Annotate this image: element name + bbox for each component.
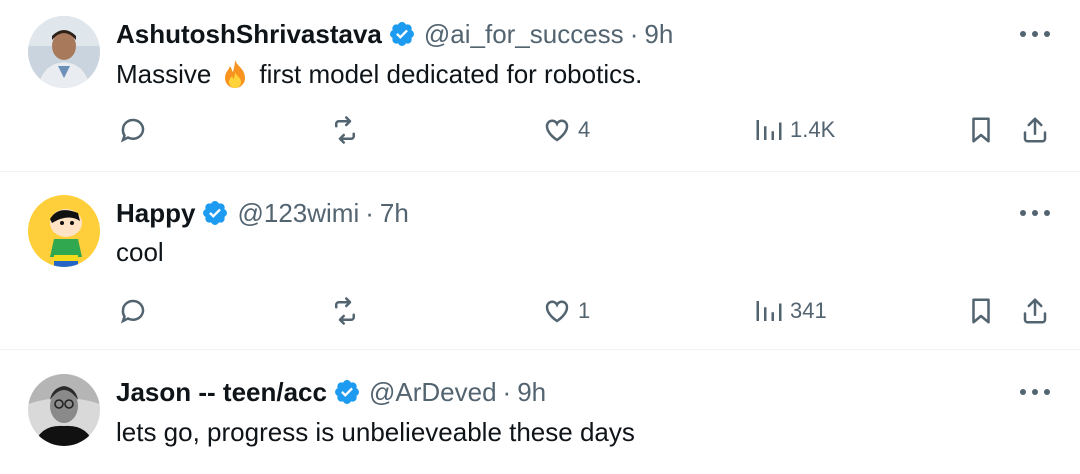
view-count: 1.4K [790,117,836,142]
tweet-header: Happy @123wimi · 7h [116,195,409,231]
like-count: 4 [578,117,591,142]
heart-icon [545,300,569,323]
retweet-icon [335,116,355,144]
verified-badge-icon [333,378,361,406]
bookmark-button[interactable] [966,293,996,329]
like-button[interactable]: 4 [542,112,590,148]
separator-dot: · [629,18,639,49]
retweet-button[interactable] [330,112,360,148]
reply-icon [120,118,145,143]
views-icon [756,120,782,140]
bookmark-button[interactable] [966,112,996,148]
tweet-header: Jason -- teen/acc @ArDeved · 9h [116,374,546,410]
reply-icon [120,299,145,324]
views-icon [756,301,782,321]
more-icon[interactable] [1020,208,1050,218]
bookmark-icon [972,298,990,324]
avatar[interactable] [28,374,100,446]
retweet-button[interactable] [330,293,360,329]
tweet-text: Massive first model dedicated for roboti… [116,56,642,92]
share-button[interactable] [1020,293,1050,329]
reply-button[interactable] [118,293,148,329]
timestamp[interactable]: 9h [517,377,546,408]
tweet[interactable]: AshutoshShrivastava @ai_for_success · 9h… [0,0,1080,172]
tweet-header: AshutoshShrivastava @ai_for_success · 9h [116,16,673,52]
more-icon[interactable] [1020,29,1050,39]
like-button[interactable]: 1 [542,293,590,329]
author-name[interactable]: Jason -- teen/acc [116,377,327,408]
author-name[interactable]: AshutoshShrivastava [116,19,382,50]
separator-dot: · [502,376,512,407]
heart-icon [545,119,569,142]
reply-button[interactable] [118,112,148,148]
tweet[interactable]: Jason -- teen/acc @ArDeved · 9h lets go,… [0,350,1080,474]
author-handle[interactable]: @ArDeved [369,377,497,408]
view-count: 341 [790,298,827,323]
share-button[interactable] [1020,112,1050,148]
separator-dot: · [365,197,374,228]
tweet-text-part: first model dedicated for robotics. [259,58,643,89]
author-name[interactable]: Happy [116,198,195,229]
tweet-text-part: Massive [116,58,212,89]
tweet-text: cool [116,236,164,267]
verified-badge-icon [201,199,229,227]
retweet-icon [335,297,355,325]
fire-emoji-icon [219,58,251,90]
share-icon [1023,117,1047,143]
timestamp[interactable]: 9h [644,19,673,50]
bookmark-icon [972,117,990,143]
tweet-text: lets go, progress is unbelieveable these… [116,416,635,447]
views-button[interactable]: 341 [754,293,827,329]
like-count: 1 [578,298,591,323]
tweet[interactable]: Happy @123wimi · 7h cool 1 341 [0,172,1080,350]
author-handle[interactable]: @ai_for_success [424,19,624,50]
share-icon [1023,298,1047,324]
tweet-actions: 1 341 [0,293,1080,329]
verified-badge-icon [388,20,416,48]
timestamp[interactable]: 7h [380,198,409,229]
tweet-actions: 4 1.4K [0,112,1080,148]
author-handle[interactable]: @123wimi [237,198,359,229]
more-icon[interactable] [1020,387,1050,397]
avatar[interactable] [28,16,100,88]
views-button[interactable]: 1.4K [754,112,835,148]
avatar[interactable] [28,195,100,267]
